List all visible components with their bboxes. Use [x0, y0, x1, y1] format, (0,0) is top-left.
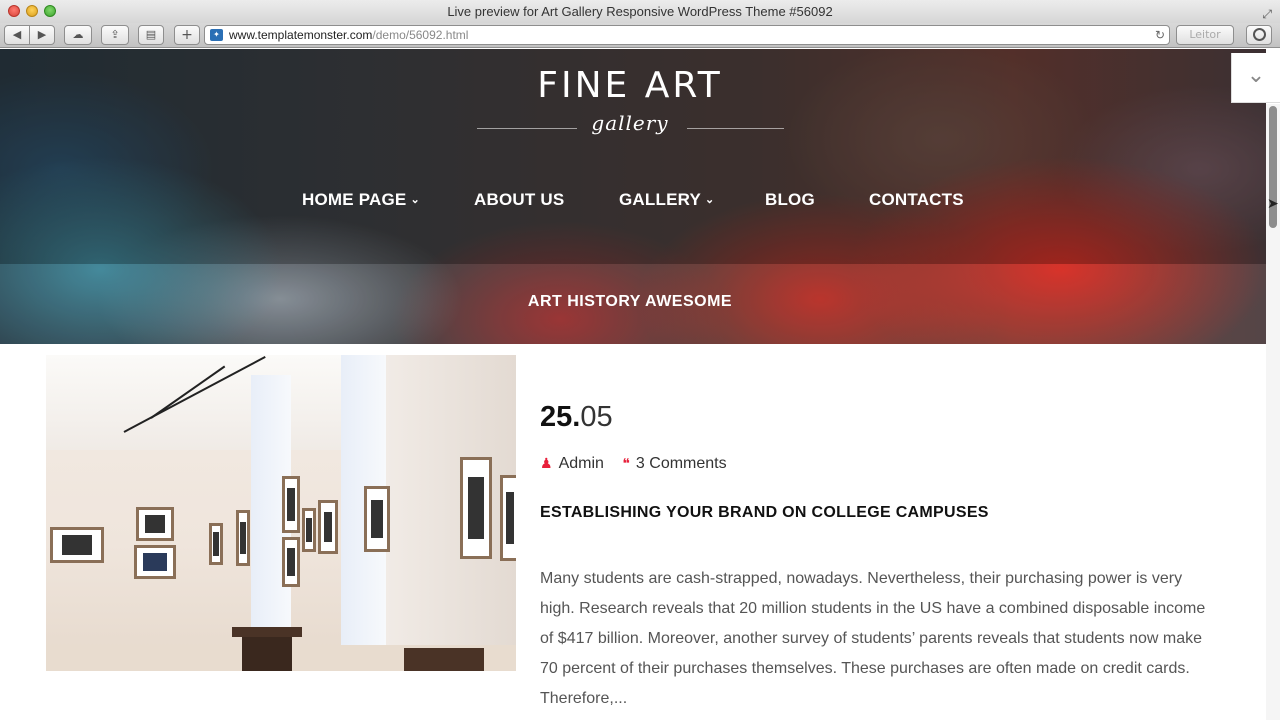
close-window-button[interactable]	[8, 5, 20, 17]
cloud-icon: ☁	[72, 28, 84, 41]
post-featured-image[interactable]	[46, 355, 516, 671]
window-titlebar: Live preview for Art Gallery Responsive …	[0, 0, 1280, 23]
nav-item-about-us[interactable]: ABOUT US	[474, 190, 564, 210]
forward-button[interactable]: ▶	[29, 25, 55, 45]
hero-heading: ART HISTORY AWESOME	[527, 293, 733, 310]
image-artwork	[50, 527, 104, 563]
image-wall	[386, 355, 516, 671]
url-domain: www.templatemonster.com	[229, 28, 373, 42]
post-author[interactable]: ♟ Admin	[540, 455, 604, 473]
image-artwork-inner	[323, 511, 333, 543]
zoom-window-button[interactable]	[44, 5, 56, 17]
chevron-down-icon: ⌄	[705, 194, 715, 206]
post-excerpt: Many students are cash-strapped, nowaday…	[540, 570, 1206, 707]
image-artwork	[209, 523, 223, 565]
window-title: Live preview for Art Gallery Responsive …	[447, 4, 833, 19]
image-artwork-inner	[467, 477, 485, 539]
reload-icon[interactable]: ↻	[1155, 26, 1165, 44]
nav-item-home-page[interactable]: HOME PAGE ⌄	[302, 190, 420, 210]
reading-list-icon: ▤	[145, 28, 157, 41]
nav-item-label: HOME PAGE	[302, 190, 407, 209]
reader-button[interactable]: Leitor	[1176, 25, 1234, 45]
image-artwork	[134, 545, 176, 579]
image-artwork	[302, 508, 316, 552]
nav-item-contacts[interactable]: CONTACTS	[869, 190, 964, 210]
post-date-day: 25.	[540, 401, 581, 433]
image-artwork	[500, 475, 516, 561]
image-artwork-inner	[287, 547, 295, 577]
image-artwork-inner	[144, 515, 166, 533]
image-artwork	[318, 500, 338, 554]
logo-title[interactable]: FINE ART	[0, 65, 1260, 106]
comments-icon: ❝	[622, 455, 630, 471]
download-icon	[1252, 28, 1266, 41]
url-path: /demo/56092.html	[372, 28, 469, 42]
share-icon: ⇪	[110, 28, 120, 41]
chevron-down-icon: ⌄	[1246, 63, 1266, 88]
nav-item-label: GALLERY	[619, 190, 701, 209]
image-bench	[232, 627, 302, 637]
new-tab-button[interactable]: +	[174, 25, 200, 45]
post-meta: ♟ Admin ❝ 3 Comments	[540, 455, 741, 473]
nav-item-gallery[interactable]: GALLERY ⌄	[619, 190, 714, 210]
post-date-month: 05	[580, 401, 613, 433]
main-navigation: HOME PAGE ⌄ ABOUT US GALLERY ⌄ BLOG CONTAC…	[0, 190, 1266, 210]
back-button[interactable]: ◀	[4, 25, 30, 45]
logo-subtitle: gallery	[591, 111, 669, 135]
hero-banner: FINE ART gallery HOME PAGE ⌄ ABOUT US GAL…	[0, 49, 1266, 344]
user-icon: ♟	[540, 455, 553, 471]
image-artwork	[136, 507, 174, 541]
site-favicon-icon: ✦	[210, 29, 223, 41]
post-date: 25.05	[540, 401, 613, 434]
image-bench	[242, 637, 292, 671]
nav-item-label: BLOG	[765, 190, 815, 209]
address-bar[interactable]: ✦ www.templatemonster.com/demo/56092.htm…	[204, 25, 1170, 45]
post-author-label: Admin	[558, 455, 604, 472]
post-title[interactable]: ESTABLISHING YOUR BRAND ON COLLEGE CAMPU…	[540, 504, 989, 522]
page-viewport: FINE ART gallery HOME PAGE ⌄ ABOUT US GAL…	[0, 49, 1266, 720]
post-comments-link[interactable]: ❝ 3 Comments	[622, 455, 726, 473]
image-artwork-inner	[370, 499, 384, 539]
nav-item-label: ABOUT US	[474, 190, 565, 209]
image-artwork-inner	[240, 522, 246, 554]
post-comments-label: 3 Comments	[635, 455, 727, 472]
nav-item-label: CONTACTS	[869, 190, 964, 209]
icloud-tabs-button[interactable]: ☁	[64, 25, 92, 45]
image-artwork	[364, 486, 390, 552]
reading-list-button[interactable]: ▤	[138, 25, 164, 45]
image-artwork	[460, 457, 492, 559]
share-button[interactable]: ⇪	[101, 25, 129, 45]
chevron-down-icon: ⌄	[410, 194, 420, 206]
nav-item-blog[interactable]: BLOG	[765, 190, 815, 210]
image-artwork-inner	[306, 517, 312, 543]
image-bench	[404, 648, 484, 671]
image-artwork	[236, 510, 250, 566]
image-artwork	[282, 537, 300, 587]
image-artwork-inner	[505, 492, 515, 544]
downloads-button[interactable]	[1246, 25, 1272, 45]
scroll-toggle-button[interactable]: ⌄	[1231, 53, 1280, 103]
image-artwork	[282, 476, 300, 533]
image-artwork-inner	[61, 535, 93, 555]
image-artwork-inner	[287, 488, 295, 521]
minimize-window-button[interactable]	[26, 5, 38, 17]
image-artwork-inner	[213, 532, 219, 556]
mouse-cursor-icon: ➤	[1267, 196, 1279, 212]
browser-toolbar: ◀ ▶ ☁ ⇪ ▤ + ✦ www.templatemonster.com/de…	[0, 23, 1280, 48]
image-artwork-inner	[143, 553, 167, 571]
